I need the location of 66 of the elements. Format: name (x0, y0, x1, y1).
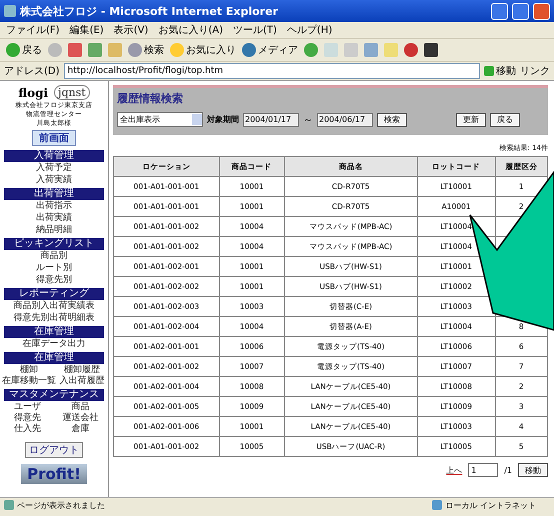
nav-link[interactable]: 得意先別 (36, 275, 72, 286)
page-total: /1 (504, 466, 512, 474)
nav-link[interactable]: 得意先 (2, 413, 53, 424)
nav-link[interactable]: 運送会社 (55, 413, 106, 424)
links-label[interactable]: リンク (520, 64, 550, 78)
status-text: ページが表示されました (17, 500, 105, 510)
nav-link[interactable]: 得意先別出荷明細表 (14, 313, 94, 324)
date-from-field[interactable]: 2004/01/17 (243, 112, 299, 126)
section-header: 在庫管理 (4, 326, 104, 338)
section-header: ピッキングリスト (4, 238, 104, 250)
nav-link[interactable]: 出荷指示 (36, 201, 72, 212)
nav-link[interactable]: 棚卸 (2, 365, 56, 376)
favorites-button[interactable]: お気に入り (186, 43, 236, 57)
media-button[interactable]: メディア (258, 43, 298, 57)
nav-link[interactable]: 商品別入出荷実績表 (14, 301, 94, 312)
back-button[interactable]: 戻る (22, 43, 42, 57)
back-screen-button[interactable]: 前画面 (32, 130, 76, 146)
nav-link[interactable]: 入出荷履歴 (58, 376, 106, 387)
menu-item[interactable]: ヘルプ(H) (286, 23, 332, 37)
nav-link[interactable]: 在庫データ出力 (22, 339, 86, 350)
minimize-button[interactable] (491, 2, 508, 20)
zone-label: ローカル イントラネット (445, 500, 536, 510)
menu-item[interactable]: 編集(E) (70, 23, 104, 37)
nav-link[interactable]: 商品 (55, 402, 106, 413)
address-field[interactable]: http://localhost/Profit/flogi/top.htm (64, 63, 480, 79)
section-header: 入荷管理 (4, 150, 104, 162)
page-field[interactable]: 1 (468, 463, 498, 477)
action-button[interactable]: 戻る (490, 112, 520, 126)
section-header: レポーティング (4, 288, 104, 300)
date-to-field[interactable]: 2004/06/17 (317, 112, 373, 126)
go-page-button[interactable]: 移動 (518, 463, 548, 477)
maximize-button[interactable] (512, 2, 529, 20)
search-button[interactable]: 検索 (377, 112, 407, 126)
menu-item[interactable]: 表示(V) (114, 23, 148, 37)
section-header: 出荷管理 (4, 188, 104, 200)
filter-dropdown[interactable]: 全出庫表示 (117, 112, 203, 127)
nav-link[interactable]: 商品別 (40, 251, 68, 262)
nav-link[interactable]: 入荷実績 (36, 175, 72, 186)
nav-link[interactable]: ユーザ (2, 402, 53, 413)
nav-link[interactable]: 入荷予定 (36, 163, 72, 174)
period-label: 対象期間 (207, 114, 239, 125)
menu-item[interactable]: ファイル(F) (6, 23, 60, 37)
page-link[interactable]: 上へ (446, 464, 462, 476)
nav-link[interactable]: 仕入先 (2, 424, 53, 435)
action-button[interactable]: 更新 (456, 112, 486, 126)
section-header: マスタメンテナンス (4, 389, 104, 401)
nav-link[interactable]: 倉庫 (55, 424, 106, 435)
nav-link[interactable]: ルート別 (36, 263, 72, 274)
address-label: アドレス(D) (4, 65, 60, 78)
menu-item[interactable]: お気に入り(A) (158, 23, 223, 37)
nav-link[interactable]: 在庫移動一覧 (2, 376, 56, 387)
nav-link[interactable]: 棚卸履歴 (58, 365, 106, 376)
close-button[interactable] (533, 2, 550, 20)
logo: flogi (18, 86, 48, 100)
window-title: 株式会社フロジ - Microsoft Internet Explorer (20, 4, 278, 18)
logo: jqnst (54, 85, 90, 100)
page-title: 履歴情報検索 (117, 91, 184, 106)
nav-link[interactable]: 出荷実績 (36, 213, 72, 224)
nav-link[interactable]: 納品明細 (36, 225, 72, 236)
logout-button[interactable]: ログアウト (25, 442, 83, 458)
section-header: 在庫管理 (4, 352, 104, 364)
range-separator: ～ (303, 114, 313, 126)
brand-logo: Profit! (21, 464, 87, 484)
menu-item[interactable]: ツール(T) (233, 23, 277, 37)
search-button[interactable]: 検索 (144, 43, 164, 57)
go-button[interactable]: 移動 (484, 64, 516, 78)
